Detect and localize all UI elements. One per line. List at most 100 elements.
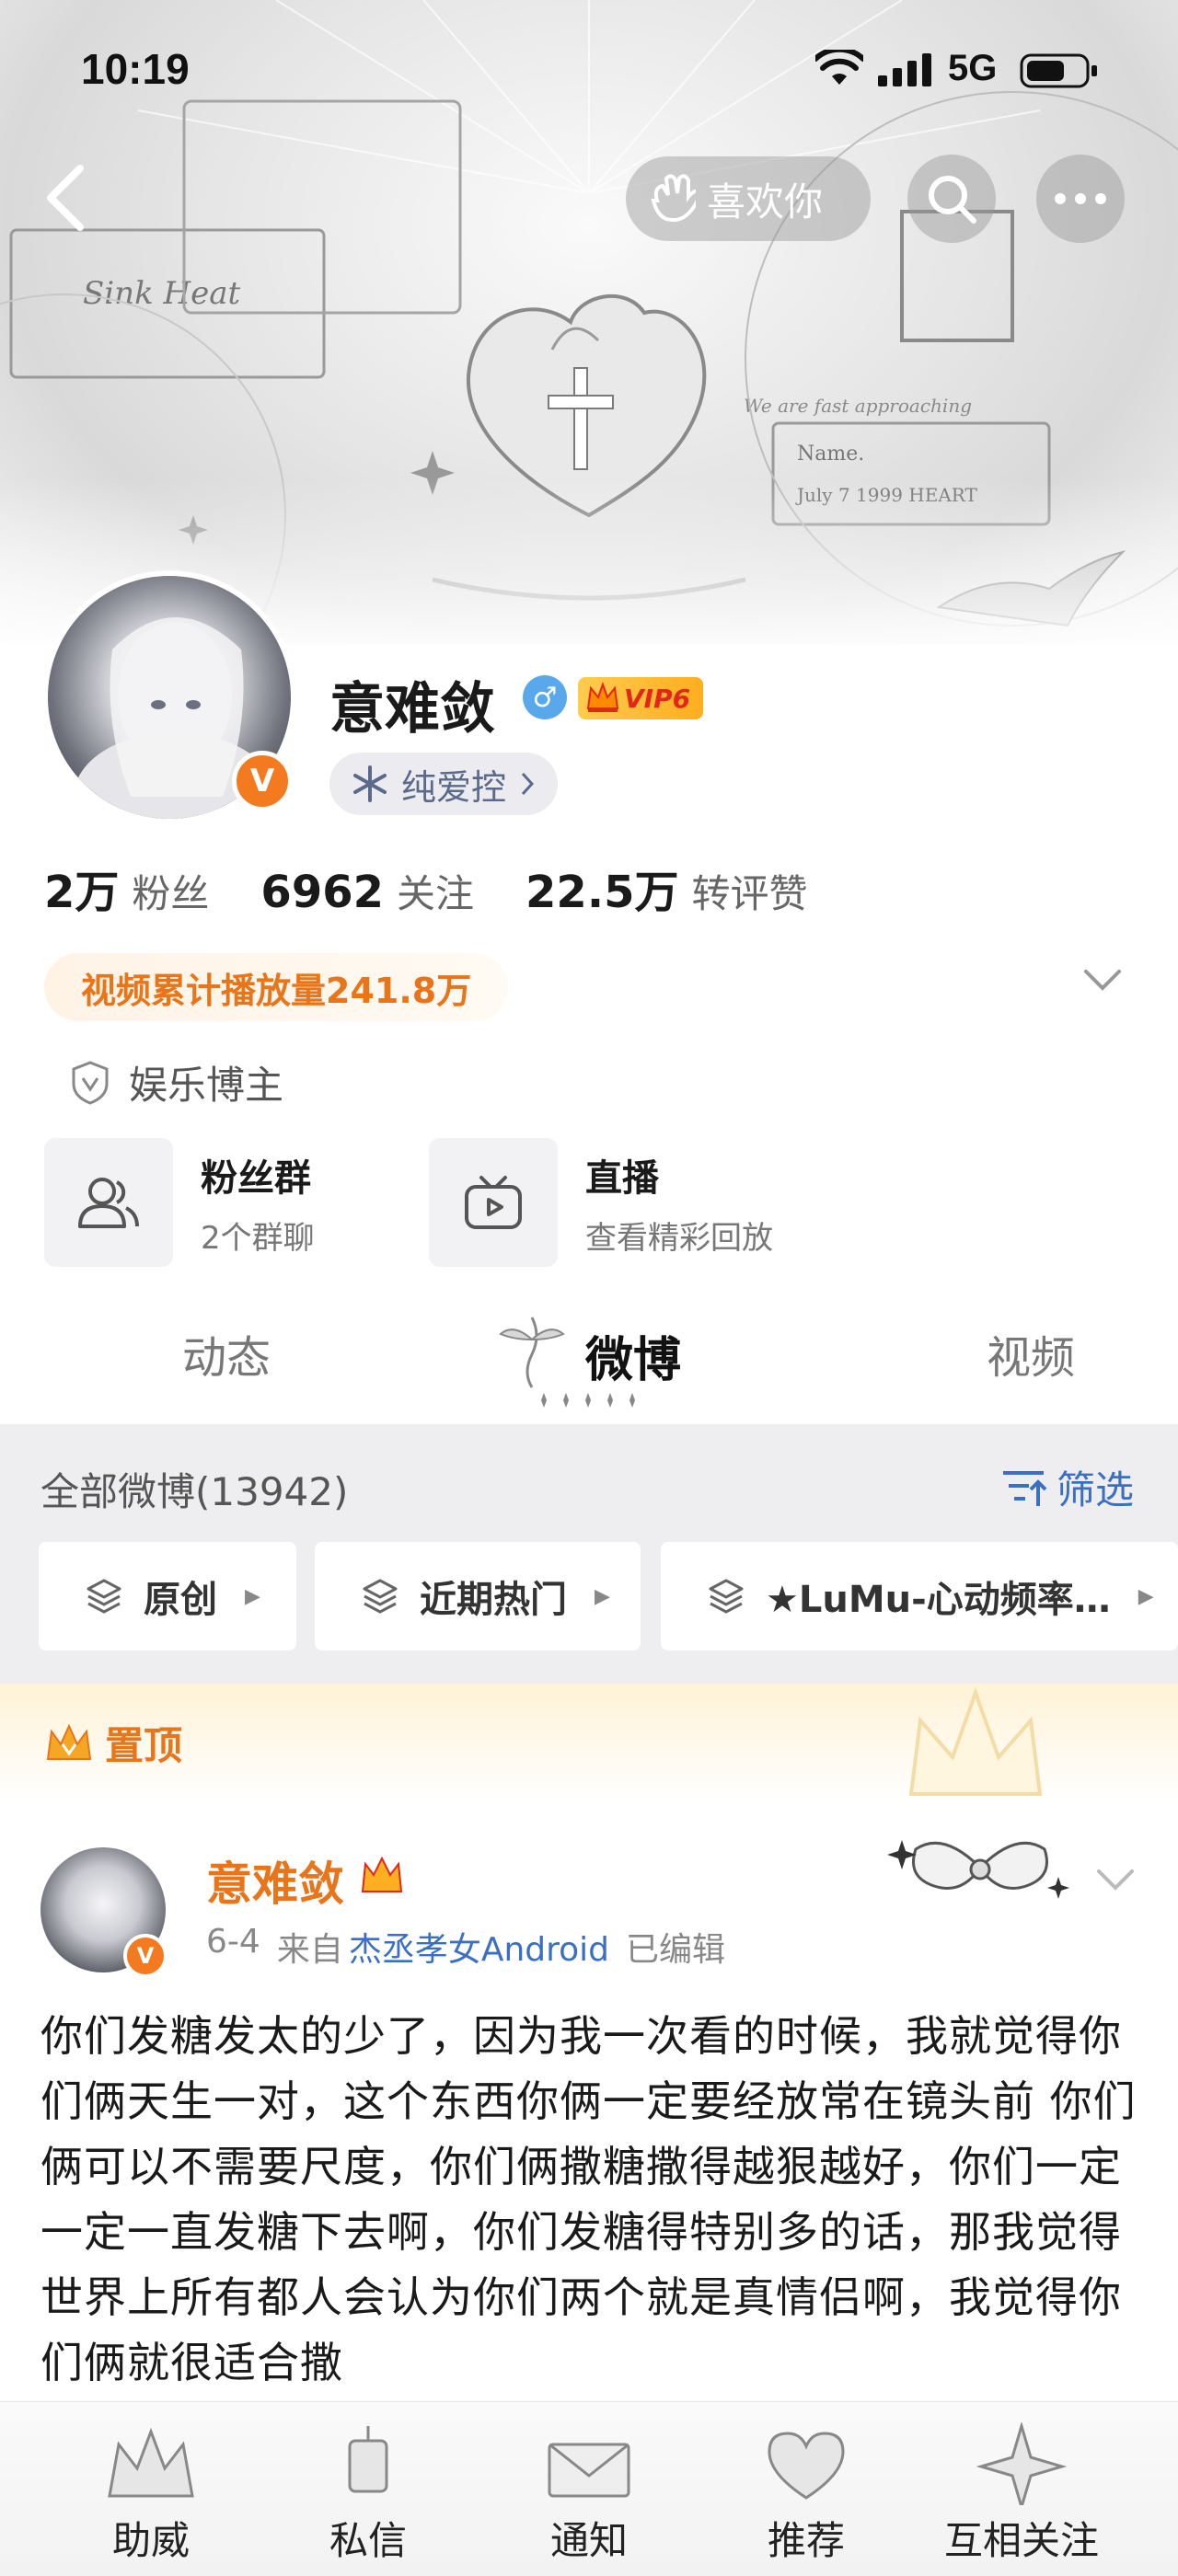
back-button[interactable] [28,156,101,239]
verified-badge: V [232,751,293,811]
chevron-left-icon [47,165,84,231]
nav-messages[interactable]: 私信 [276,2402,460,2576]
post-from-label: 来自 [276,1931,343,1969]
battery-icon [1020,53,1097,88]
sparkle-star-icon [976,2422,1068,2505]
nav-label: 互相关注 [943,2518,1099,2563]
shield-icon [72,1060,109,1105]
cellular-signal-icon [878,53,931,86]
caret-right-icon: ▶ [595,1584,610,1608]
post-date: 6-4 [206,1923,260,1961]
wave-hand-icon [651,174,696,223]
stat-label: 粉丝 [132,871,210,916]
nav-notifications[interactable]: 通知 [497,2402,681,2576]
stat-label: 转评赞 [691,871,808,916]
profile-avatar[interactable]: V [42,570,296,824]
heart-crown-icon [768,2432,845,2500]
interest-tag-pill[interactable]: 纯爱控 [329,753,559,815]
stars-underline-decoration [541,1393,635,1408]
filter-icon [1003,1470,1047,1506]
caret-right-icon: ▶ [1138,1584,1154,1608]
nav-cheer[interactable]: 助威 [59,2402,243,2576]
more-icon [1055,193,1106,204]
layers-icon [87,1579,121,1614]
nav-label: 推荐 [767,2518,845,2563]
crown-watermark-icon [908,1687,1043,1796]
post-meta: 6-4 来自 杰丞孝女Android 已编辑 [206,1923,725,1971]
post-body-text[interactable]: 你们发糖发太的少了，因为我一次看的时候，我就觉得你们俩天生一对，这个东西你俩一定… [40,2004,1145,2396]
svg-text:Sink Heat: Sink Heat [83,275,241,312]
tv-icon [465,1176,522,1229]
crown-icon [586,682,619,712]
nav-mutual-follow[interactable]: 互相关注 [930,2402,1114,2576]
pinned-post[interactable]: V 意难敛 6-4 来自 杰丞孝女Android 已编辑 你们发糖发太的少了，因… [0,1803,1178,2410]
more-options-button[interactable] [1036,155,1125,243]
card-subtitle: 查看精彩回放 [585,1219,773,1257]
tab-videos[interactable]: 视频 [987,1321,1075,1386]
svg-text:We are fast approaching: We are fast approaching [744,395,972,417]
filter-label: 筛选 [1057,1467,1135,1512]
bow-sticker-decoration [887,1840,1069,1899]
search-icon [929,176,976,224]
wifi-icon [815,50,863,85]
chevron-down-icon[interactable] [1095,1868,1136,1893]
status-bar: 10:19 5G [0,0,1178,138]
followers-stat[interactable]: 2万 粉丝 [44,856,209,920]
vip-crown-icon [361,1856,403,1892]
stat-number: 22.5万 [525,867,679,918]
like-you-button[interactable]: 喜欢你 [626,156,871,241]
like-you-label: 喜欢你 [707,178,824,224]
pinned-banner: 置顶 [0,1684,1178,1803]
crown-icon [46,1723,92,1760]
network-type: 5G [948,48,998,88]
chip-label: ★LuMu-心动频率… [766,1579,1111,1621]
stat-number: 2万 [44,867,120,918]
profile-stats: 2万 粉丝 6962 关注 22.5万 转评赞 [44,856,859,920]
chip-recent-hot[interactable]: 近期热门 ▶ [315,1542,641,1650]
video-plays-pill[interactable]: 视频累计播放量241.8万 [44,953,509,1021]
envelope-icon [548,2443,630,2498]
fan-group-card[interactable]: 粉丝群 2个群聊 [44,1137,315,1268]
group-users-icon [78,1178,139,1228]
card-icon-box [44,1138,173,1267]
chip-collection[interactable]: ★LuMu-心动频率… ▶ [661,1542,1178,1650]
tab-dynamics[interactable]: 动态 [182,1321,271,1386]
stat-label: 关注 [397,871,475,916]
live-card[interactable]: 直播 查看精彩回放 [429,1137,773,1268]
interest-tag-label: 纯爱控 [401,766,507,808]
feed-filter-section: 全部微博(13942) 筛选 原创 ▶ 近期热门 ▶ ★LuMu-心动频率… ▶ [0,1424,1178,1684]
card-title: 直播 [585,1156,659,1200]
tab-weibo[interactable]: 微博 [585,1321,681,1390]
filter-button[interactable]: 筛选 [1001,1459,1134,1515]
nav-label: 私信 [329,2518,407,2563]
following-stat[interactable]: 6962 关注 [260,863,474,919]
layers-icon [363,1579,398,1614]
layers-icon [709,1579,744,1614]
nav-label: 通知 [549,2518,628,2563]
post-source-link[interactable]: 杰丞孝女Android [349,1923,609,1971]
bottom-action-bar: 助威 私信 通知 推荐 互相关注 [0,2401,1178,2576]
fairy-decoration-icon [499,1317,565,1388]
vip-badge[interactable]: VIP6 [578,677,704,719]
chevron-right-icon [521,772,535,796]
blogger-role-label: 娱乐博主 [129,1063,284,1108]
nav-recommend[interactable]: 推荐 [714,2402,898,2576]
status-time: 10:19 [81,45,190,93]
chevron-down-icon[interactable] [1082,968,1123,994]
engagement-stat[interactable]: 22.5万 转评赞 [525,856,807,920]
search-button[interactable] [907,155,996,243]
nav-label: 助威 [111,2518,190,2563]
male-gender-icon: ♂ [523,675,567,719]
lantern-icon [348,2426,388,2493]
card-subtitle: 2个群聊 [201,1219,315,1257]
verified-badge: V [123,1934,167,1978]
chip-original[interactable]: 原创 ▶ [39,1542,296,1650]
post-author-name[interactable]: 意难敛 [206,1847,344,1914]
blogger-role[interactable]: 娱乐博主 [70,1054,283,1110]
profile-tabs: 动态 微博 视频 [0,1288,1178,1417]
post-edited-label: 已编辑 [626,1931,726,1969]
caret-right-icon: ▶ [245,1584,260,1608]
chip-label: 近期热门 [420,1579,567,1621]
profile-username: 意难敛 [329,677,495,742]
card-icon-box [429,1138,558,1267]
